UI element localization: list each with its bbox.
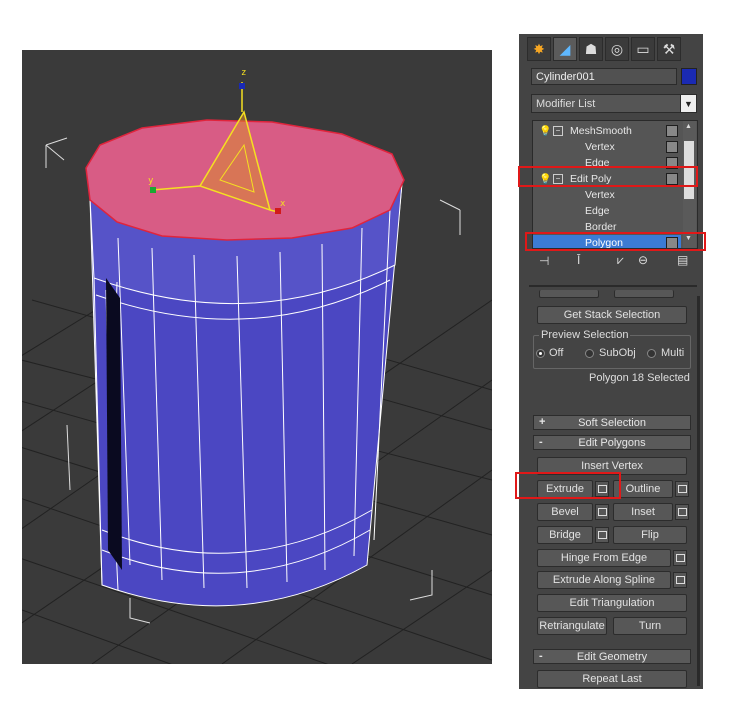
stack-item-meshsmooth[interactable]: 💡 − MeshSmooth xyxy=(533,123,681,139)
gizmo-x-label: x xyxy=(280,199,286,209)
stack-item-toggle[interactable] xyxy=(666,141,678,153)
highlight-edit-poly xyxy=(518,166,698,187)
hinge-settings-button[interactable] xyxy=(673,550,687,566)
edit-polygons-rollout[interactable]: - Edit Polygons xyxy=(533,435,691,450)
highlight-extrude xyxy=(515,472,621,499)
highlight-polygon xyxy=(525,232,706,251)
chevron-down-icon: ▼ xyxy=(680,95,696,112)
hinge-from-edge-button[interactable]: Hinge From Edge xyxy=(537,549,671,567)
pin-stack-icon[interactable]: ⊣ xyxy=(539,254,549,268)
perspective-viewport[interactable]: z y x xyxy=(22,50,492,664)
selection-status-text: Polygon 18 Selected xyxy=(589,372,690,384)
flip-button[interactable]: Flip xyxy=(613,526,687,544)
show-end-result-icon[interactable]: Ī xyxy=(577,253,580,267)
configure-sets-icon[interactable]: ▤ xyxy=(677,253,688,267)
object-color-swatch[interactable] xyxy=(681,68,697,85)
stack-item-label: Vertex xyxy=(585,189,615,201)
gizmo-y-label: y xyxy=(148,176,154,186)
cylinder-body xyxy=(89,182,403,607)
stack-item-toggle[interactable] xyxy=(666,125,678,137)
remove-modifier-icon[interactable]: ⊖ xyxy=(638,253,648,267)
motion-tab-icon[interactable]: ◎ xyxy=(605,37,629,61)
outline-button[interactable]: Outline xyxy=(613,480,673,498)
stack-item-label: Vertex xyxy=(585,141,615,153)
stack-item-label: MeshSmooth xyxy=(570,125,632,137)
rollout-title: Edit Geometry xyxy=(576,650,648,663)
preview-subobj-label: SubObj xyxy=(599,347,636,359)
create-tab-icon[interactable]: ✸ xyxy=(527,37,551,61)
bevel-button[interactable]: Bevel xyxy=(537,503,593,521)
lightbulb-icon[interactable]: 💡 xyxy=(539,126,551,137)
stack-item-vertex[interactable]: Vertex xyxy=(533,139,681,155)
viewport-scene xyxy=(22,82,492,664)
bridge-settings-button[interactable] xyxy=(595,527,609,543)
turn-button[interactable]: Turn xyxy=(613,617,687,635)
get-stack-selection-button[interactable]: Get Stack Selection xyxy=(537,306,687,324)
preview-off-radio[interactable] xyxy=(536,349,545,358)
repeat-last-button[interactable]: Repeat Last xyxy=(537,670,687,688)
edit-triangulation-button[interactable]: Edit Triangulation xyxy=(537,594,687,612)
rollout-title: Soft Selection xyxy=(578,416,646,429)
bridge-button[interactable]: Bridge xyxy=(537,526,593,544)
ring-partial-button[interactable] xyxy=(539,290,599,298)
preview-multi-label: Multi xyxy=(661,347,685,359)
inset-button[interactable]: Inset xyxy=(613,503,673,521)
extrude-along-spline-button[interactable]: Extrude Along Spline xyxy=(537,571,671,589)
display-tab-icon[interactable]: ▭ xyxy=(631,37,655,61)
command-panel: ✸ ◢ ☗ ◎ ▭ ⚒ Cylinder001 Modifier List ▼ … xyxy=(519,34,703,689)
collapse-icon[interactable]: − xyxy=(553,126,563,136)
stack-item-edge[interactable]: Edge xyxy=(533,203,681,219)
modifier-list-dropdown[interactable]: Modifier List ▼ xyxy=(531,94,697,113)
rollout-toggle-symbol: + xyxy=(539,416,546,428)
panel-scrollbar[interactable] xyxy=(697,296,700,686)
retriangulate-button[interactable]: Retriangulate xyxy=(537,617,607,635)
modifier-list-label: Modifier List xyxy=(536,97,596,110)
rollout-title: Edit Polygons xyxy=(578,436,646,449)
object-name-field[interactable]: Cylinder001 xyxy=(531,68,677,85)
stack-item-vertex[interactable]: Vertex xyxy=(533,187,681,203)
preview-subobj-radio[interactable] xyxy=(585,349,594,358)
hierarchy-tab-icon[interactable]: ☗ xyxy=(579,37,603,61)
rollout-toggle-symbol: - xyxy=(539,650,543,662)
utilities-tab-icon[interactable]: ⚒ xyxy=(657,37,681,61)
inset-recess xyxy=(106,278,122,570)
preview-multi-radio[interactable] xyxy=(647,349,656,358)
modify-tab-icon[interactable]: ◢ xyxy=(553,37,577,61)
preview-selection-title: Preview Selection xyxy=(539,329,631,341)
make-unique-icon[interactable]: ⩗ xyxy=(617,253,624,268)
extrude-spline-settings-button[interactable] xyxy=(673,572,687,588)
preview-off-label: Off xyxy=(549,347,564,359)
command-panel-tabs: ✸ ◢ ☗ ◎ ▭ ⚒ xyxy=(527,37,695,61)
edit-geometry-rollout[interactable]: - Edit Geometry xyxy=(533,649,691,664)
rollout-toggle-symbol: - xyxy=(539,436,543,448)
gizmo-z-label: z xyxy=(241,68,247,78)
outline-settings-button[interactable] xyxy=(675,481,689,497)
bevel-settings-button[interactable] xyxy=(595,504,609,520)
stack-toolbar: ⊣ Ī ⩗ ⊖ ▤ xyxy=(535,253,695,271)
stack-item-label: Edge xyxy=(585,205,610,217)
inset-settings-button[interactable] xyxy=(675,504,689,520)
panel-divider xyxy=(529,285,697,287)
soft-selection-rollout[interactable]: + Soft Selection xyxy=(533,415,691,430)
loop-partial-button[interactable] xyxy=(614,290,674,298)
